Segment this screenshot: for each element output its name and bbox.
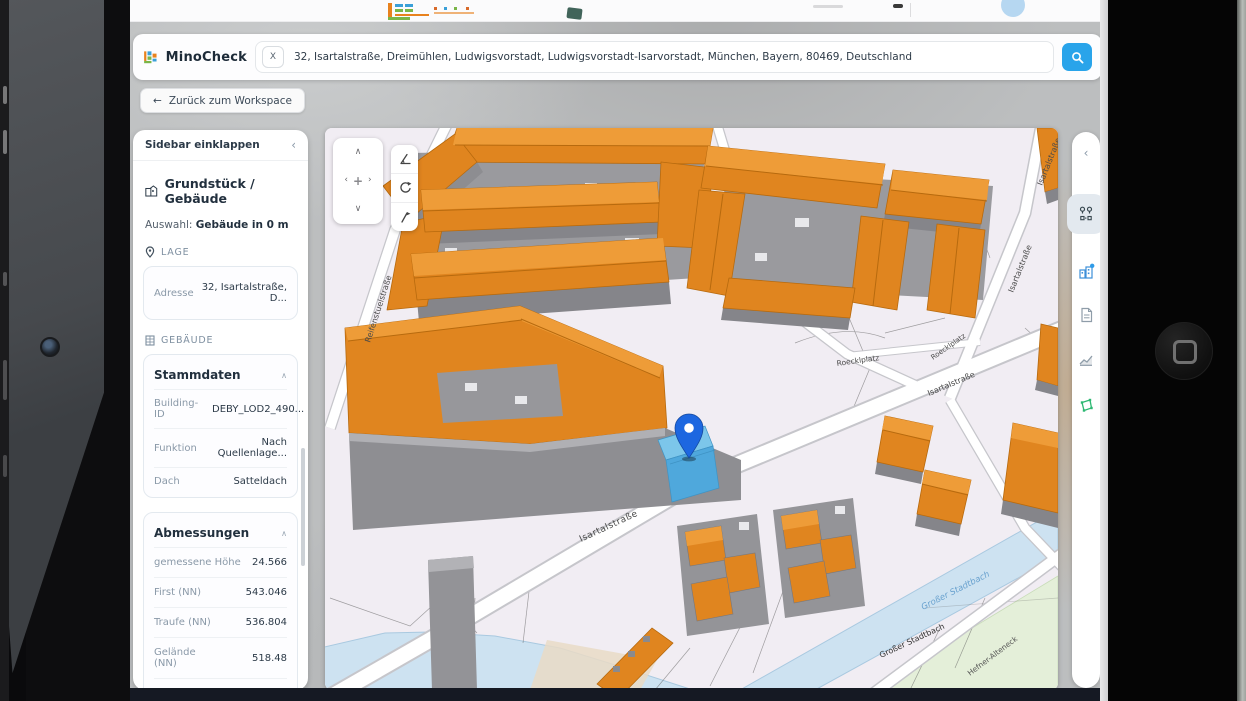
partial-logo bbox=[388, 1, 548, 21]
section-heading: Grundstück / Gebäude bbox=[145, 176, 296, 206]
brand[interactable]: MinoCheck bbox=[143, 44, 247, 70]
map-3d-view[interactable]: Reifenstuelstraße Roecklplatz Roecklplat… bbox=[325, 128, 1058, 690]
building-cluster-northwest bbox=[383, 128, 713, 322]
divider bbox=[133, 160, 308, 161]
pan-down-button[interactable]: ∨ bbox=[355, 205, 362, 214]
bottom-dark-strip bbox=[130, 688, 1100, 701]
chevron-left-icon: ‹ bbox=[291, 139, 296, 151]
table-row: Dach Satteldach bbox=[154, 467, 287, 495]
table-row: Building-ID DEBY_LOD2_490... bbox=[154, 389, 287, 428]
table-row: gemessene Höhe 24.566 bbox=[154, 547, 287, 577]
tilt-angle-icon bbox=[398, 152, 412, 166]
search-field[interactable]: X 32, Isartalstraße, Dreimühlen, Ludwigs… bbox=[255, 41, 1054, 73]
abmessungen-card: Abmessungen ∧ gemessene Höhe 24.566 Firs… bbox=[143, 512, 298, 690]
buildings-icon bbox=[1078, 263, 1095, 280]
address-card[interactable]: Adresse 32, Isartalstraße, D... bbox=[143, 266, 298, 320]
chart-icon bbox=[1078, 352, 1094, 367]
document-tool-button[interactable] bbox=[1072, 300, 1100, 330]
table-row: Traufe (NN) 536.804 bbox=[154, 607, 287, 637]
chevron-up-icon: ∧ bbox=[281, 371, 287, 380]
table-row: Gelände (NN) 518.48 bbox=[154, 637, 287, 678]
right-toolbar: ‹ bbox=[1072, 132, 1100, 688]
table-row: Funktion Nach Quellenlage... bbox=[154, 428, 287, 467]
lage-section-label: LAGE bbox=[145, 246, 296, 258]
map-area-icon bbox=[1078, 397, 1095, 414]
pan-right-button[interactable]: › bbox=[368, 176, 372, 185]
building-house-icon bbox=[145, 184, 158, 198]
divider bbox=[910, 3, 911, 17]
tilt-button[interactable] bbox=[391, 145, 418, 173]
text-fragment bbox=[813, 5, 843, 8]
pan-up-button[interactable]: ∧ bbox=[355, 148, 362, 157]
top-cutoff-bar bbox=[130, 0, 1100, 22]
card-header[interactable]: Stammdaten ∧ bbox=[154, 359, 287, 389]
back-to-workspace-button[interactable]: ← Zurück zum Workspace bbox=[140, 88, 305, 113]
search-button[interactable] bbox=[1062, 43, 1092, 71]
selection-status: Auswahl: Gebäude in 0 m bbox=[145, 219, 296, 231]
back-arrow-icon: ← bbox=[153, 95, 162, 107]
buildings-tool-button[interactable] bbox=[1072, 256, 1100, 286]
stammdaten-card: Stammdaten ∧ Building-ID DEBY_LOD2_490..… bbox=[143, 354, 298, 498]
toolbar-collapse-button[interactable]: ‹ bbox=[1072, 138, 1100, 168]
rotate-icon bbox=[398, 181, 412, 195]
home-button-icon bbox=[1173, 340, 1197, 364]
minocheck-logo-icon bbox=[143, 44, 158, 70]
chevron-up-icon: ∧ bbox=[281, 529, 287, 538]
building-grid-icon bbox=[145, 335, 155, 346]
map-view-controls bbox=[391, 145, 418, 231]
avatar[interactable] bbox=[1001, 0, 1025, 17]
device-bezel-left bbox=[0, 0, 130, 701]
camera-lens-icon bbox=[40, 337, 60, 357]
gebaeude-section-label: GEBÄUDE bbox=[145, 335, 296, 346]
map-pan-control: ∧ ‹ + › ∨ bbox=[333, 138, 383, 224]
pan-center-icon[interactable]: + bbox=[353, 175, 363, 187]
map-canvas: Reifenstuelstraße Roecklplatz Roecklplat… bbox=[325, 128, 1058, 690]
card-header[interactable]: Abmessungen ∧ bbox=[154, 517, 287, 547]
home-button[interactable] bbox=[1155, 322, 1213, 380]
chevron-left-icon: ‹ bbox=[1084, 147, 1089, 159]
clear-search-button[interactable]: X bbox=[262, 46, 284, 68]
app-header: MinoCheck X 32, Isartalstraße, Dreimühle… bbox=[133, 34, 1100, 80]
property-sidebar: Sidebar einklappen ‹ Grundstück / Gebäud… bbox=[133, 130, 308, 690]
route-compare-icon bbox=[1078, 206, 1094, 222]
table-row: Adresse 32, Isartalstraße, D... bbox=[144, 267, 297, 319]
brand-name: MinoCheck bbox=[166, 50, 247, 65]
background-speck bbox=[566, 7, 582, 20]
pan-left-button[interactable]: ‹ bbox=[344, 176, 348, 185]
screen-right-edge bbox=[1100, 0, 1108, 701]
search-icon bbox=[1071, 51, 1084, 64]
location-pin-icon bbox=[145, 246, 155, 258]
search-value[interactable]: 32, Isartalstraße, Dreimühlen, Ludwigsvo… bbox=[294, 51, 912, 63]
sidebar-collapse-toggle[interactable]: Sidebar einklappen ‹ bbox=[133, 130, 308, 160]
app-screen: MinoCheck X 32, Isartalstraße, Dreimühle… bbox=[130, 0, 1100, 701]
device-bezel-right bbox=[1108, 0, 1246, 701]
chart-tool-button[interactable] bbox=[1072, 344, 1100, 374]
sidebar-scrollbar[interactable] bbox=[301, 448, 305, 566]
text-fragment bbox=[893, 4, 903, 8]
document-icon bbox=[1079, 307, 1094, 323]
page-title: Grundstück / Gebäude bbox=[165, 176, 296, 206]
area-tool-button[interactable] bbox=[1072, 390, 1100, 420]
tablet-photo: MinoCheck X 32, Isartalstraße, Dreimühle… bbox=[0, 0, 1246, 701]
perspective-icon bbox=[398, 210, 412, 224]
route-compare-tool-selected[interactable] bbox=[1067, 194, 1100, 234]
rotate-button[interactable] bbox=[391, 173, 418, 202]
table-row: First (NN) 543.046 bbox=[154, 577, 287, 607]
perspective-button[interactable] bbox=[391, 202, 418, 231]
